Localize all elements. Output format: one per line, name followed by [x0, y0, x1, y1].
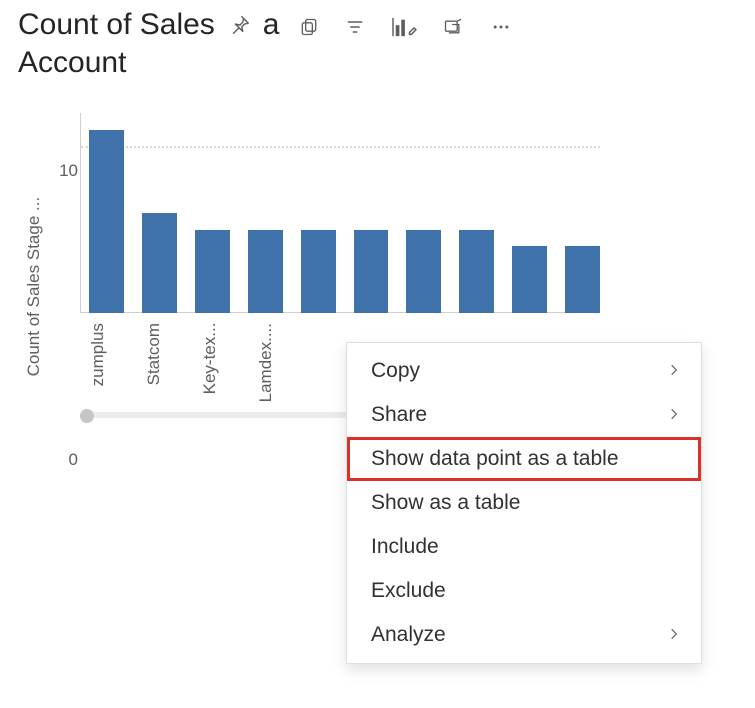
- menu-item-share[interactable]: Share: [347, 393, 701, 437]
- menu-label: Share: [371, 403, 427, 427]
- more-options-icon[interactable]: [489, 17, 513, 37]
- focus-mode-icon[interactable]: [443, 17, 463, 37]
- menu-item-include[interactable]: Include: [347, 525, 701, 569]
- menu-item-exclude[interactable]: Exclude: [347, 569, 701, 613]
- bar[interactable]: [512, 246, 547, 313]
- chevron-right-icon: [667, 359, 681, 383]
- bar[interactable]: [195, 230, 230, 313]
- context-menu: Copy Share Show data point as a table Sh…: [346, 342, 702, 664]
- menu-label: Show as a table: [371, 491, 520, 515]
- x-tick-label: [312, 323, 350, 402]
- scrollbar-thumb[interactable]: [80, 409, 94, 423]
- menu-label: Analyze: [371, 623, 446, 647]
- y-tick-10: 10: [48, 161, 78, 181]
- copy-visual-icon[interactable]: [299, 17, 319, 37]
- bar[interactable]: [565, 246, 600, 313]
- x-tick-label: Statcom: [144, 323, 182, 402]
- pin-icon[interactable]: [229, 14, 251, 36]
- chevron-right-icon: [667, 403, 681, 427]
- menu-item-copy[interactable]: Copy: [347, 349, 701, 393]
- chevron-right-icon: [667, 623, 681, 647]
- bar[interactable]: [248, 230, 283, 313]
- x-tick-label: zumplus: [88, 323, 126, 402]
- visual-title: Count of Sales a: [18, 6, 738, 81]
- title-line-2: Account: [18, 44, 738, 82]
- bar[interactable]: [301, 230, 336, 313]
- bar[interactable]: [459, 230, 494, 313]
- menu-label: Include: [371, 535, 439, 559]
- x-tick-label: Key-tex...: [200, 323, 238, 402]
- menu-item-show-data-point[interactable]: Show data point as a table: [347, 437, 701, 481]
- chart-visual: Count of Sales a: [0, 0, 755, 708]
- bar[interactable]: [89, 130, 124, 313]
- y-tick-0: 0: [48, 450, 78, 470]
- y-axis-title: Count of Sales Stage ...: [18, 113, 44, 460]
- menu-label: Show data point as a table: [371, 447, 619, 471]
- menu-item-show-as-table[interactable]: Show as a table: [347, 481, 701, 525]
- title-line-1: Count of Sales: [18, 6, 215, 44]
- menu-label: Exclude: [371, 579, 446, 603]
- visual-toolbar: [299, 12, 513, 38]
- bar[interactable]: [354, 230, 389, 313]
- bars-container: [89, 113, 600, 313]
- menu-label: Copy: [371, 359, 420, 383]
- filter-icon[interactable]: [345, 17, 365, 37]
- x-tick-label: Lamdex....: [256, 323, 294, 402]
- chart-plot-area: [80, 113, 600, 313]
- bar[interactable]: [142, 213, 177, 313]
- menu-item-analyze[interactable]: Analyze: [347, 613, 701, 657]
- title-fragment: a: [263, 6, 280, 44]
- personalize-icon[interactable]: [391, 16, 417, 38]
- bar[interactable]: [406, 230, 441, 313]
